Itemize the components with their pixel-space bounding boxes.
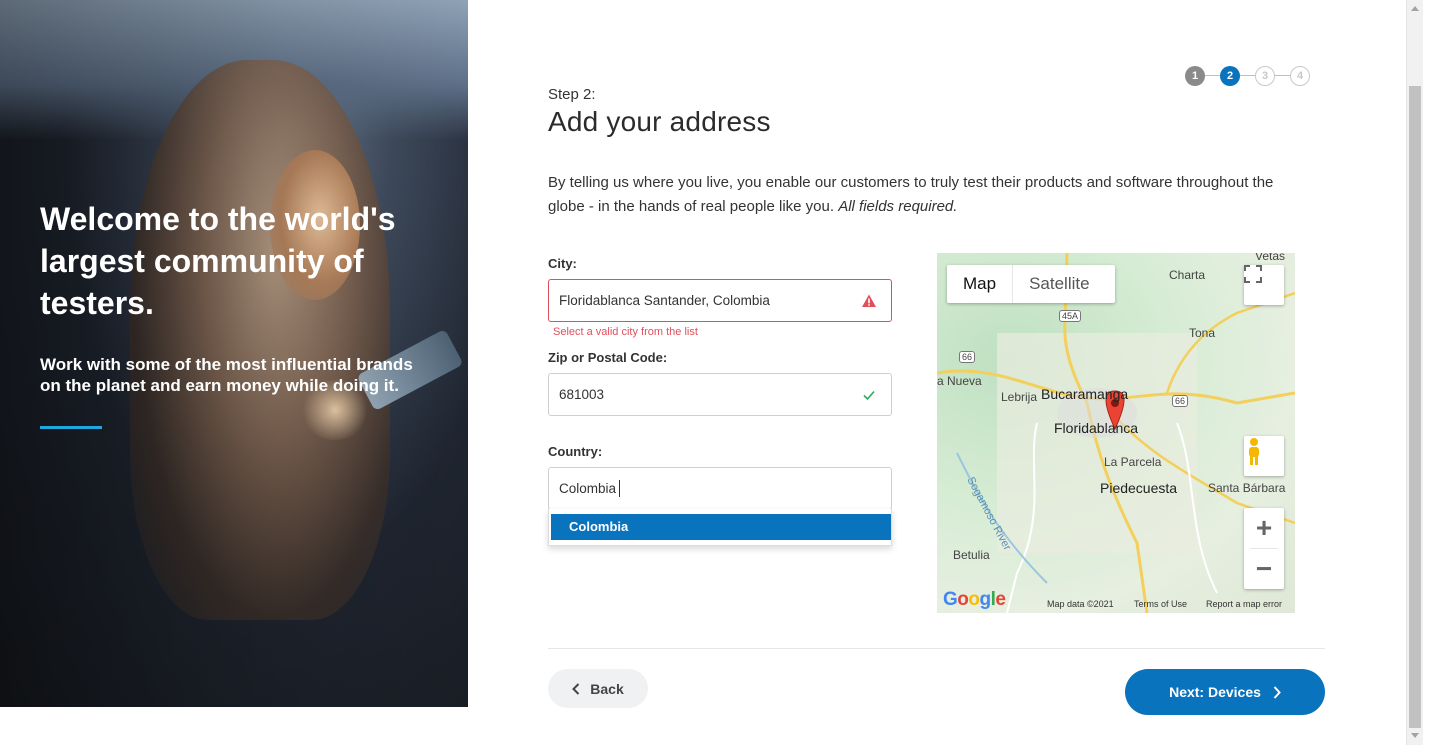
map-place-label: a Nueva <box>937 374 982 388</box>
country-input[interactable] <box>559 468 849 509</box>
zoom-control: + − <box>1244 508 1284 589</box>
scroll-up-icon[interactable] <box>1411 6 1419 11</box>
page-scrollbar[interactable] <box>1406 0 1423 745</box>
map-place-label: Tona <box>1189 326 1216 340</box>
country-label: Country: <box>548 444 603 459</box>
map-terms-link[interactable]: Terms of Use <box>1134 599 1187 609</box>
text-cursor <box>619 480 620 497</box>
footer-divider <box>548 648 1325 649</box>
step-label: Step 2: <box>548 86 596 103</box>
country-field[interactable] <box>548 467 892 510</box>
map-place-label: Piedecuesta <box>1100 480 1178 496</box>
signup-page: Welcome to the world's largest community… <box>0 0 1440 745</box>
chevron-left-icon <box>572 682 580 695</box>
hero-panel: Welcome to the world's largest community… <box>0 0 468 707</box>
map-type-control: Map Satellite <box>947 265 1115 303</box>
map-place-label: Bucaramanga <box>1041 386 1129 402</box>
zip-input[interactable] <box>559 374 849 415</box>
map-place-label: La Parcela <box>1104 455 1162 469</box>
step-2-indicator: 2 <box>1220 66 1240 86</box>
map-data-attribution: Map data ©2021 <box>1047 599 1114 609</box>
zoom-out-button[interactable]: − <box>1244 549 1284 589</box>
back-button[interactable]: Back <box>548 669 648 708</box>
route-shield: 66 <box>1172 395 1189 407</box>
scroll-down-icon[interactable] <box>1411 733 1419 738</box>
map-place-label: Vetas <box>1255 253 1286 263</box>
city-input[interactable] <box>559 280 849 321</box>
route-shield: 45A <box>1059 310 1082 322</box>
city-error-message: Select a valid city from the list <box>553 326 698 338</box>
intro-text: By telling us where you live, you enable… <box>548 171 1308 219</box>
hero-title: Welcome to the world's largest community… <box>40 201 396 321</box>
zip-label: Zip or Postal Code: <box>548 350 668 365</box>
hero-subtitle: Work with some of the most influential b… <box>40 355 413 395</box>
map-place-label: Charta <box>1169 268 1206 282</box>
location-map[interactable]: Map Satellite + − Vetas Charta Tona a Nu… <box>937 253 1295 613</box>
intro-required-note: All fields required. <box>838 198 958 215</box>
fullscreen-button[interactable] <box>1244 265 1284 305</box>
street-view-button[interactable] <box>1244 436 1284 476</box>
check-icon <box>863 390 875 401</box>
map-place-label: Lebrija <box>1001 390 1038 404</box>
zip-field[interactable] <box>548 373 892 416</box>
map-type-map-tab[interactable]: Map <box>947 265 1014 303</box>
map-type-satellite-tab[interactable]: Satellite <box>1013 265 1105 303</box>
country-option[interactable]: Colombia <box>551 514 891 540</box>
pegman-icon <box>1249 438 1259 465</box>
zoom-in-button[interactable]: + <box>1244 508 1284 548</box>
map-place-label: Floridablanca <box>1054 420 1139 436</box>
country-suggestions: Colombia <box>548 509 892 546</box>
next-button[interactable]: Next: Devices <box>1125 669 1325 715</box>
step-1-indicator: 1 <box>1185 66 1205 86</box>
city-label: City: <box>548 256 577 271</box>
map-place-label: Santa Bárbara <box>1208 481 1286 495</box>
progress-stepper: 1 2 3 4 <box>1185 66 1310 86</box>
scrollbar-thumb[interactable] <box>1409 86 1421 728</box>
route-shield: 66 <box>959 351 976 363</box>
map-place-label: Betulia <box>953 548 990 562</box>
fullscreen-icon <box>1244 265 1262 283</box>
step-4-indicator: 4 <box>1290 66 1310 86</box>
chevron-right-icon <box>1273 685 1281 699</box>
warning-icon <box>862 294 876 307</box>
next-button-label: Next: Devices <box>1169 684 1261 700</box>
city-field[interactable] <box>548 279 892 322</box>
step-3-indicator: 3 <box>1255 66 1275 86</box>
page-title: Add your address <box>548 106 771 137</box>
map-report-error-link[interactable]: Report a map error <box>1206 599 1282 609</box>
hero-accent-bar <box>40 426 102 429</box>
back-button-label: Back <box>590 680 624 697</box>
google-logo: Google <box>943 589 1006 610</box>
